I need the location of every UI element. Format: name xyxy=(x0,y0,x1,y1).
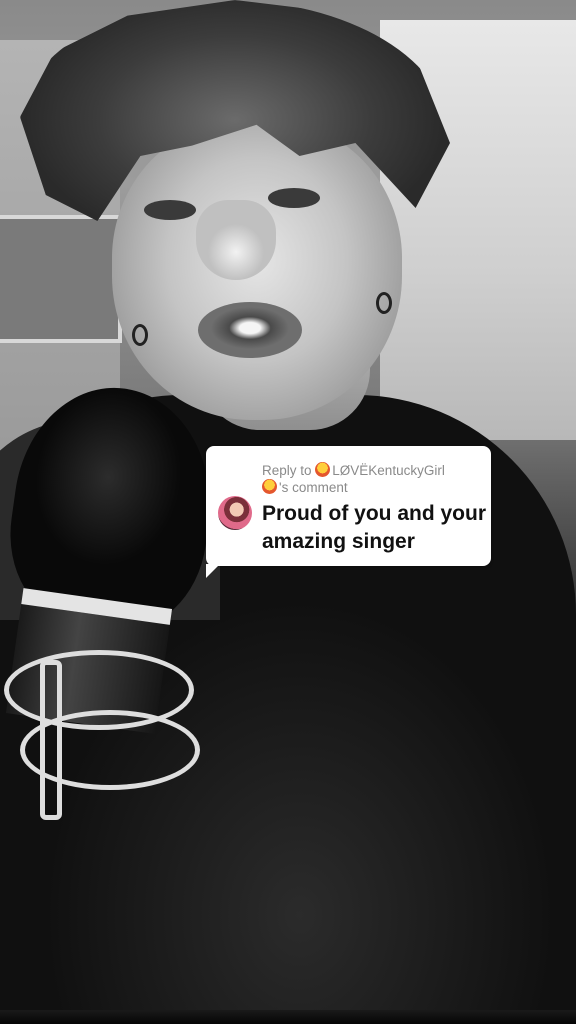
person-left-eye xyxy=(144,200,196,220)
person-nose xyxy=(196,200,276,280)
microphone-shock-mount xyxy=(0,640,210,840)
bottom-bar xyxy=(0,1010,576,1024)
reply-username: LØVËKentuckyGirl xyxy=(332,463,445,478)
wall-picture-frame xyxy=(0,215,122,343)
mount-arm xyxy=(40,660,62,820)
commenter-avatar[interactable] xyxy=(218,496,252,530)
comment-text: Proud of you and your amazing singer xyxy=(262,502,486,553)
reply-suffix: 's comment xyxy=(279,480,348,495)
reply-prefix: Reply to xyxy=(262,463,316,478)
person-right-eye xyxy=(268,188,320,208)
reply-comment-sticker[interactable]: Reply to LØVËKentuckyGirl 's comment Prou… xyxy=(206,446,491,578)
person-mouth xyxy=(198,302,302,358)
lion-emoji-icon xyxy=(262,479,277,494)
earring xyxy=(376,292,392,314)
lion-emoji-icon xyxy=(315,462,331,477)
reply-header: Reply to LØVËKentuckyGirl 's comment xyxy=(262,462,484,496)
earring xyxy=(132,324,148,346)
